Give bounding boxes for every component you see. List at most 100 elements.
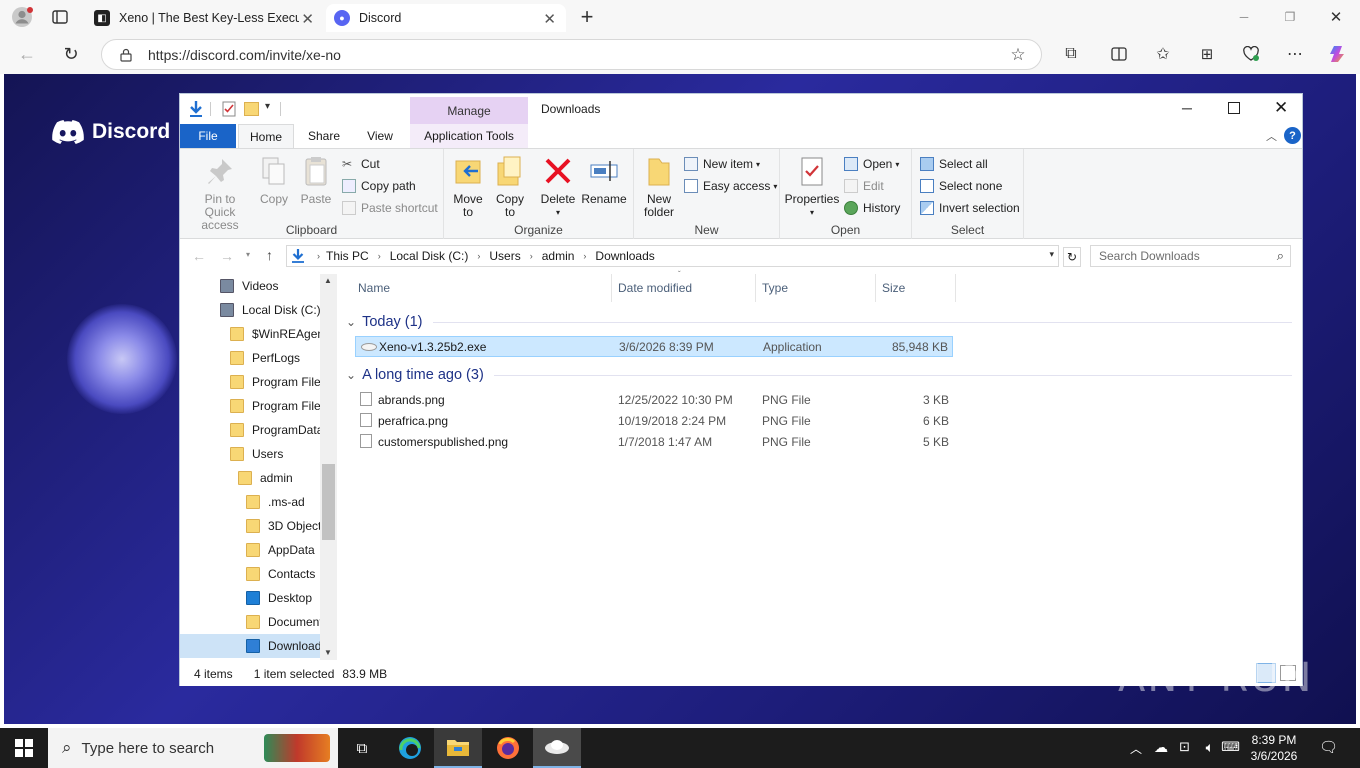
copy-button[interactable]: Copy <box>256 155 292 206</box>
scroll-down-icon[interactable]: ▼ <box>324 648 332 657</box>
back-icon[interactable]: ← <box>16 43 38 65</box>
tab-home[interactable]: Home <box>238 124 294 149</box>
new-item-button[interactable]: New item ▾ <box>684 154 760 174</box>
tab-file[interactable]: File <box>180 124 236 148</box>
up-arrow-icon[interactable]: ↑ <box>266 247 273 263</box>
column-name[interactable]: Name <box>352 274 612 302</box>
task-view-button[interactable]: ⧉ <box>338 728 386 768</box>
file-row[interactable]: customerspublished.png 1/7/2018 1:47 AM PN… <box>355 431 953 452</box>
volume-icon[interactable]: 🔈︎ <box>1206 739 1214 756</box>
help-icon[interactable]: ? <box>1284 127 1301 144</box>
recent-locations-icon[interactable]: ▾ <box>246 250 250 259</box>
collections-icon[interactable]: ⊞ <box>1196 43 1218 65</box>
collapse-ribbon-icon[interactable]: ︿ <box>1266 128 1277 144</box>
minimize-icon[interactable]: ─ <box>1232 8 1256 26</box>
more-icon[interactable]: ⋯ <box>1284 43 1306 65</box>
discord-logo[interactable]: Discord <box>52 120 170 144</box>
tab-application-tools[interactable]: Application Tools <box>410 124 528 148</box>
group-header[interactable]: ⌄ Today (1) <box>346 312 1292 332</box>
nav-item-appdata[interactable]: AppData <box>180 538 320 562</box>
file-row[interactable]: Xeno-v1.3.25b2.exe 3/6/2026 8:39 PM Applic… <box>355 336 953 357</box>
move-to-button[interactable]: Move to <box>450 155 486 219</box>
close-window-icon[interactable]: ✕ <box>1324 7 1348 27</box>
download-icon[interactable] <box>188 100 204 118</box>
column-date-modified[interactable]: Date modified ˇ <box>612 270 756 302</box>
edit-button[interactable]: Edit <box>844 176 884 196</box>
path-users[interactable]: Users <box>489 249 520 263</box>
network-icon[interactable]: ⊡ <box>1179 739 1190 755</box>
invert-selection-button[interactable]: Invert selection <box>920 198 1020 218</box>
delete-button[interactable]: Delete ▾ <box>540 155 576 219</box>
copy-path-button[interactable]: Copy path <box>342 176 416 196</box>
path-admin[interactable]: admin <box>542 249 575 263</box>
profile-icon[interactable] <box>10 6 34 28</box>
file-row[interactable]: abrands.png 12/25/2022 10:30 PM PNG File 3 … <box>355 389 953 410</box>
open-button[interactable]: Open ▾ <box>844 154 899 174</box>
taskbar-search-box[interactable]: ⌕ Type here to search <box>48 728 338 768</box>
group-header[interactable]: ⌄ A long time ago (3) <box>346 365 1292 385</box>
tab-share[interactable]: Share <box>296 124 352 148</box>
search-icon[interactable]: ⌕ <box>1277 248 1284 264</box>
close-tab-icon[interactable]: ✕ <box>301 10 314 28</box>
refresh-icon[interactable]: ↻ <box>60 43 82 65</box>
path-local-disk[interactable]: Local Disk (C:) <box>390 249 469 263</box>
close-tab-icon[interactable]: ✕ <box>543 10 556 28</box>
edge-taskbar-icon[interactable] <box>386 728 434 768</box>
tab-xeno[interactable]: ◧ Xeno | The Best Key-Less Executor ✕ <box>86 4 324 32</box>
column-type[interactable]: Type <box>756 274 876 302</box>
show-hidden-icons-icon[interactable]: ︿ <box>1130 740 1142 757</box>
pin-quick-access-button[interactable]: Pin to Quick access <box>188 155 252 232</box>
split-screen-icon[interactable] <box>1108 43 1130 65</box>
refresh-path-icon[interactable]: ↻ <box>1063 247 1081 267</box>
tab-discord[interactable]: ● Discord ✕ <box>326 4 566 32</box>
file-explorer-taskbar-icon[interactable] <box>434 728 482 768</box>
manage-tab-header[interactable]: Manage <box>410 97 528 124</box>
new-tab-icon[interactable]: + <box>576 4 598 29</box>
maximize-icon[interactable] <box>1228 102 1240 114</box>
nav-item-programdata[interactable]: ProgramData <box>180 418 320 442</box>
copilot-icon[interactable] <box>1326 42 1350 66</box>
history-button[interactable]: History <box>844 198 900 218</box>
select-none-button[interactable]: Select none <box>920 176 1002 196</box>
cut-button[interactable]: ✂ Cut <box>342 154 380 174</box>
nav-item-program-files[interactable]: Program Files <box>180 370 320 394</box>
collapse-group-icon[interactable]: ⌄ <box>346 368 356 382</box>
scroll-thumb[interactable] <box>322 464 335 540</box>
tab-actions-icon[interactable] <box>50 8 70 26</box>
tab-view[interactable]: View <box>352 124 408 148</box>
scroll-up-icon[interactable]: ▲ <box>324 276 332 285</box>
nav-item-desktop[interactable]: Desktop <box>180 586 320 610</box>
xeno-taskbar-icon[interactable] <box>533 728 581 768</box>
path-dropdown-icon[interactable]: ▾ <box>1049 249 1054 260</box>
search-downloads-input[interactable]: Search Downloads ⌕ <box>1090 245 1291 267</box>
nav-item-admin[interactable]: admin <box>180 466 320 490</box>
firefox-taskbar-icon[interactable] <box>484 728 532 768</box>
properties-icon[interactable] <box>222 101 236 117</box>
input-indicator-icon[interactable]: ⌨︎ <box>1221 739 1240 755</box>
close-icon[interactable]: ✕ <box>1274 98 1288 118</box>
paste-button[interactable]: Paste <box>298 155 334 206</box>
file-row[interactable]: perafrica.png 10/19/2018 2:24 PM PNG File 6… <box>355 410 953 431</box>
clock[interactable]: 8:39 PM 3/6/2026 <box>1248 732 1300 764</box>
new-folder-icon[interactable] <box>244 102 259 116</box>
easy-access-button[interactable]: Easy access ▾ <box>684 176 777 196</box>
nav-item-3d-objects[interactable]: 3D Objects <box>180 514 320 538</box>
rename-button[interactable]: Rename <box>581 155 627 206</box>
nav-item-perflogs[interactable]: PerfLogs <box>180 346 320 370</box>
favorite-icon[interactable]: ☆ <box>1008 45 1028 65</box>
copy-to-button[interactable]: Copy to <box>492 155 528 219</box>
address-path[interactable]: › This PC › Local Disk (C:) › Users › ad… <box>286 245 1059 267</box>
nav-scrollbar[interactable]: ▲ ▼ <box>320 274 337 660</box>
minimize-icon[interactable]: ─ <box>1182 100 1192 116</box>
favorites-icon[interactable]: ✩ <box>1152 43 1174 65</box>
extensions-icon[interactable]: ⧉ <box>1060 43 1082 65</box>
path-this-pc[interactable]: This PC <box>326 249 369 263</box>
new-folder-button[interactable]: New folder <box>640 155 678 219</box>
nav-item-downloads[interactable]: Downloads <box>180 634 320 658</box>
nav-item-local-disk-c[interactable]: Local Disk (C:) <box>180 298 320 322</box>
properties-button[interactable]: Properties ▾ <box>784 155 840 219</box>
nav-item-winreagent[interactable]: $WinREAgent <box>180 322 320 346</box>
notifications-icon[interactable]: 🗨︎ <box>1319 738 1338 756</box>
site-info-icon[interactable] <box>118 47 134 63</box>
select-all-button[interactable]: Select all <box>920 154 988 174</box>
